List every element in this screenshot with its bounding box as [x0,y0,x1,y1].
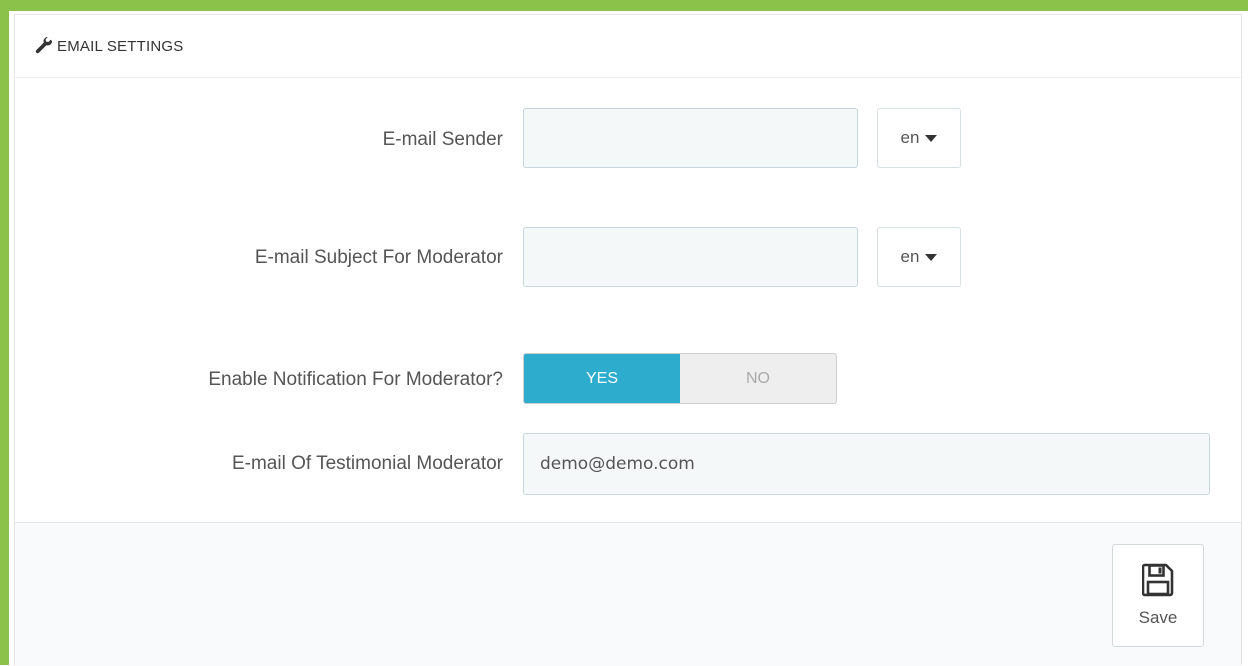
save-button[interactable]: Save [1112,544,1204,647]
panel-footer: Save [15,522,1241,666]
email-sender-language-dropdown[interactable]: en [877,108,961,168]
panel-heading: EMAIL SETTINGS [15,15,1241,78]
toggle-yes-option[interactable]: YES [524,354,680,403]
caret-down-icon [925,253,938,261]
notification-toggle[interactable]: YES NO [523,353,837,404]
email-subject-label: E-mail Subject For Moderator [254,247,503,268]
caret-down-icon [925,134,938,142]
language-code: en [900,247,920,266]
moderator-email-input[interactable] [523,433,1210,495]
email-subject-input[interactable] [523,227,858,287]
save-label: Save [1138,608,1178,627]
language-code: en [900,128,920,147]
floppy-disk-icon [1141,563,1174,602]
wrench-icon [35,36,53,55]
moderator-email-label: E-mail Of Testimonial Moderator [231,453,503,474]
toggle-no-option[interactable]: NO [680,354,836,403]
email-sender-label: E-mail Sender [382,129,503,150]
enable-notification-label: Enable Notification For Moderator? [208,369,503,390]
email-subject-language-dropdown[interactable]: en [877,227,961,287]
email-sender-input[interactable] [523,108,858,168]
panel-title: EMAIL SETTINGS [57,37,184,55]
email-settings-panel: EMAIL SETTINGS E-mail Sender en E-mail S… [14,14,1242,666]
